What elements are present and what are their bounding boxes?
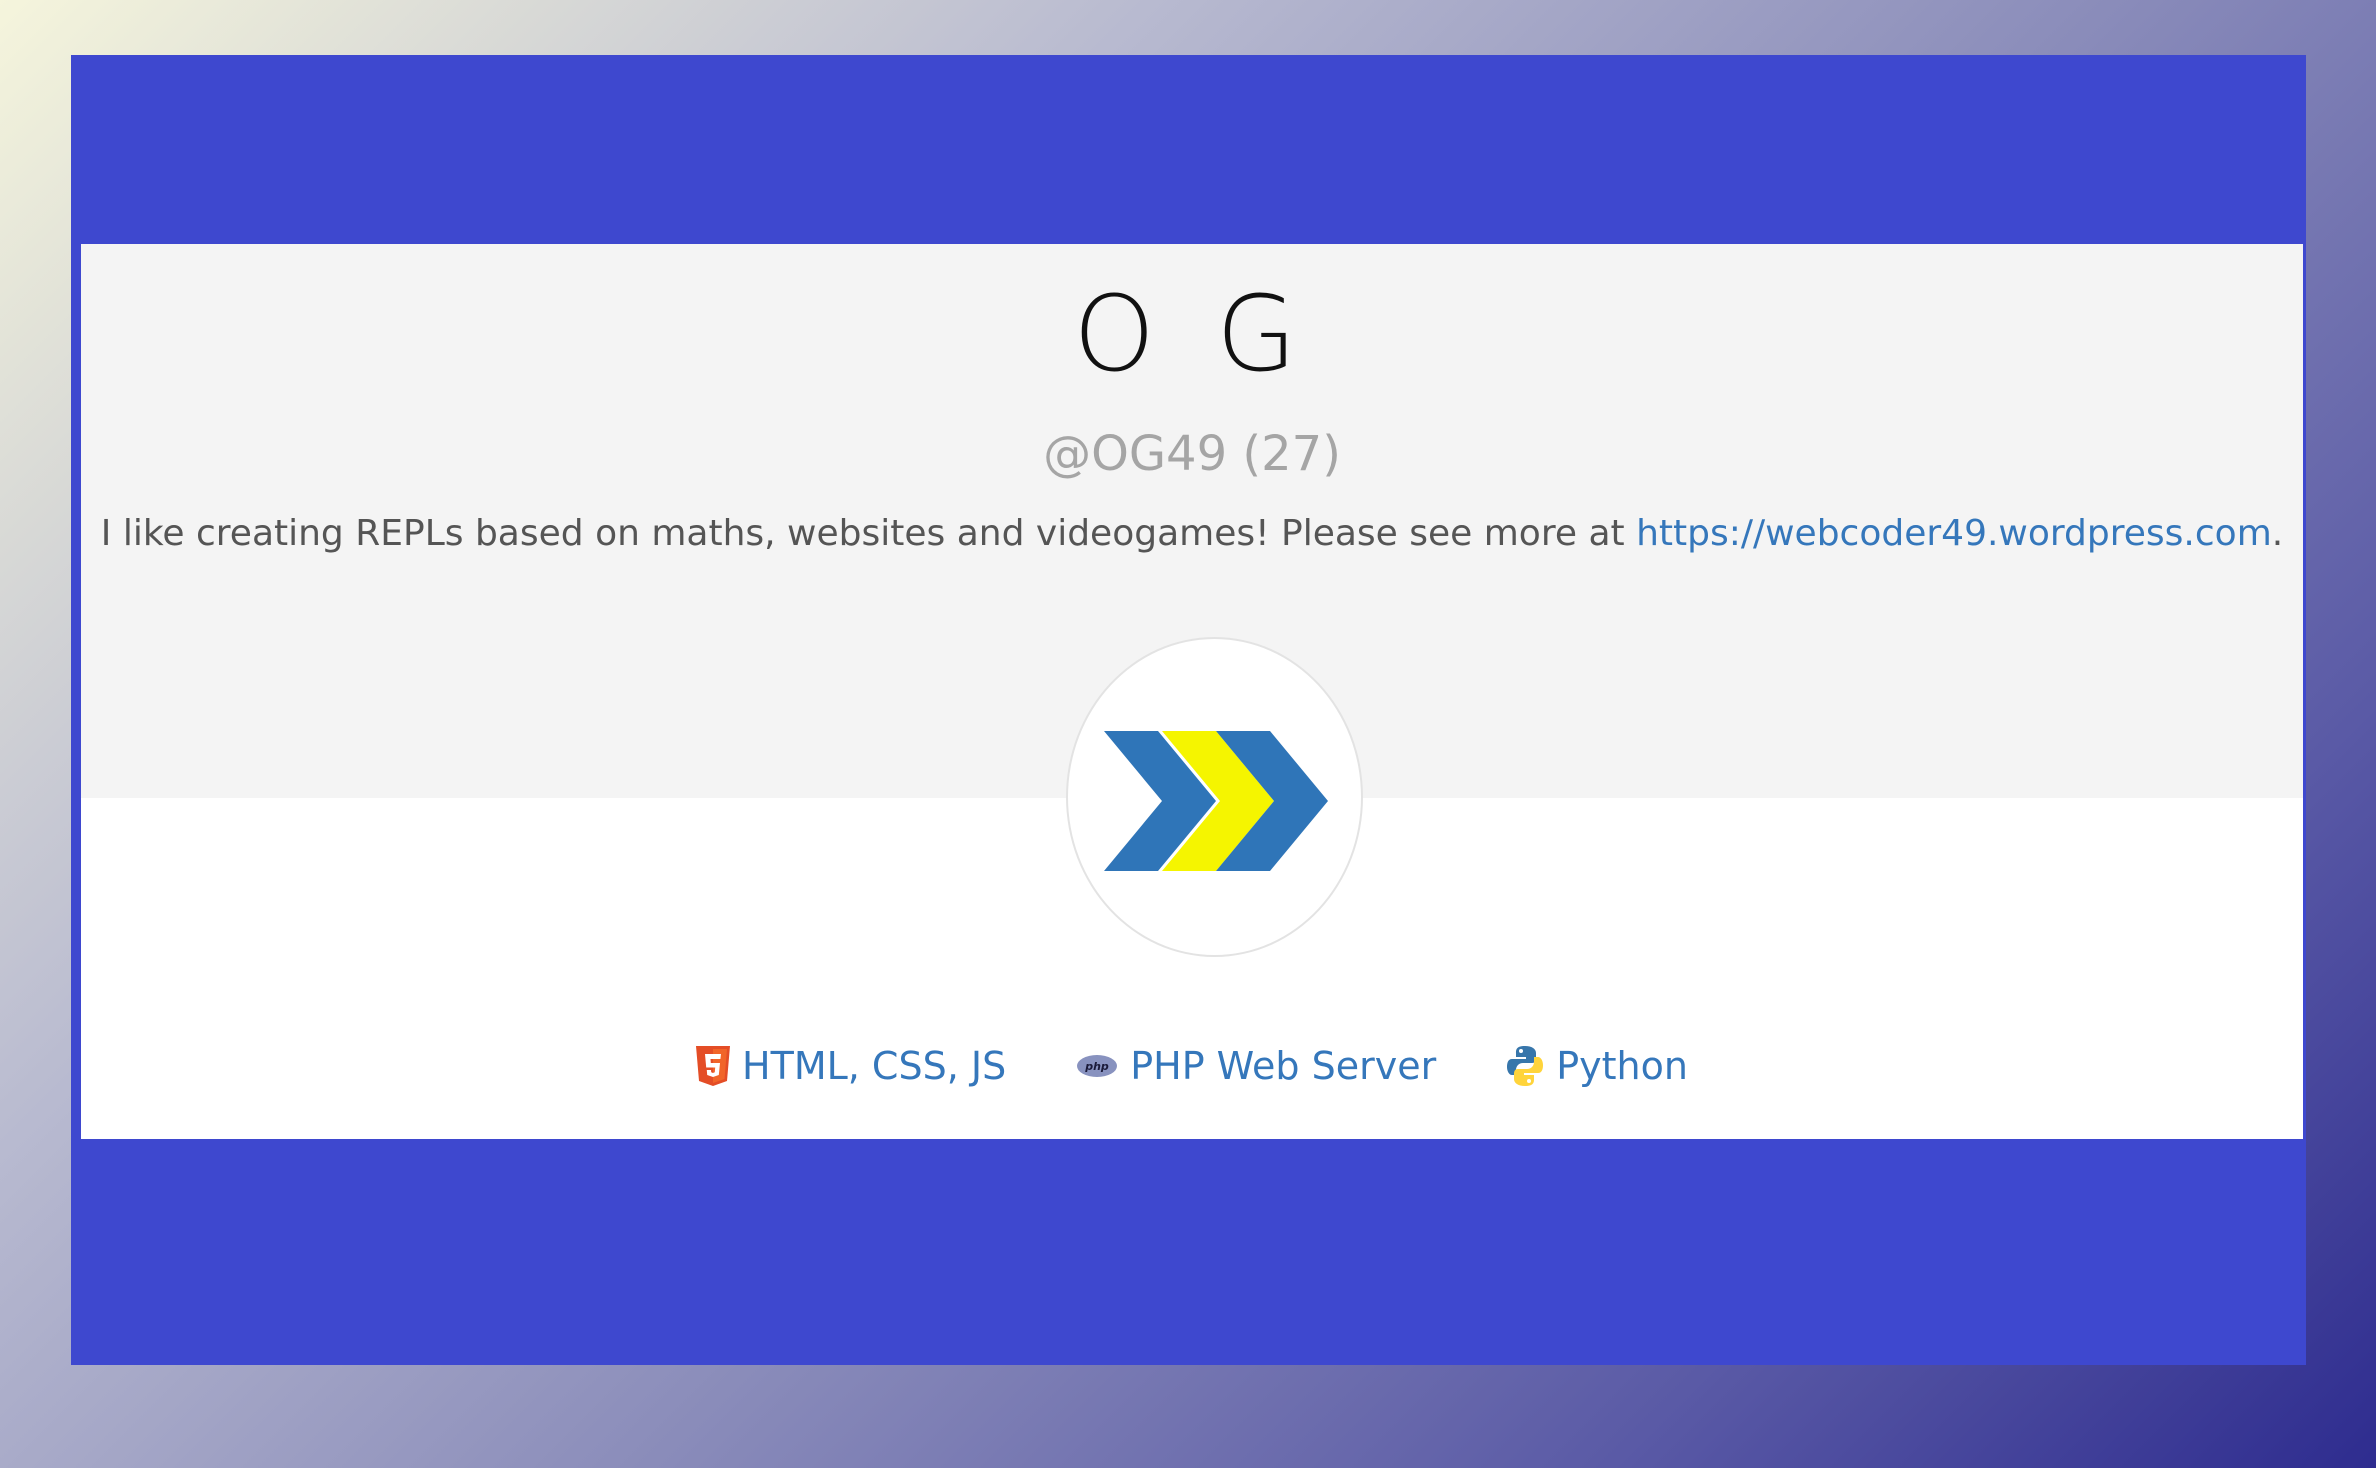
profile-name: O G [1073, 273, 1311, 395]
bio-suffix: . [2271, 513, 2284, 554]
language-label: HTML, CSS, JS [742, 1044, 1007, 1088]
language-label: PHP Web Server [1130, 1044, 1437, 1088]
python-icon [1506, 1044, 1544, 1088]
language-item-php[interactable]: php PHP Web Server [1076, 1047, 1436, 1085]
html5-icon [696, 1046, 731, 1086]
language-item-html[interactable]: HTML, CSS, JS [696, 1046, 1006, 1086]
double-chevron-logo-icon [1104, 731, 1328, 871]
bio-link[interactable]: https://webcoder49.wordpress.com [1636, 513, 2272, 554]
language-item-python[interactable]: Python [1506, 1044, 1688, 1088]
php-icon: php [1076, 1053, 1118, 1079]
svg-text:php: php [1084, 1060, 1109, 1073]
profile-handle: @OG49 (27) [1043, 426, 1341, 482]
language-label: Python [1556, 1044, 1688, 1088]
profile-bio: I like creating REPLs based on maths, we… [81, 512, 2303, 555]
avatar[interactable] [1066, 637, 1363, 957]
bio-text: I like creating REPLs based on maths, we… [100, 513, 1637, 554]
language-list: HTML, CSS, JS php PHP Web Server Python [81, 1044, 2303, 1088]
